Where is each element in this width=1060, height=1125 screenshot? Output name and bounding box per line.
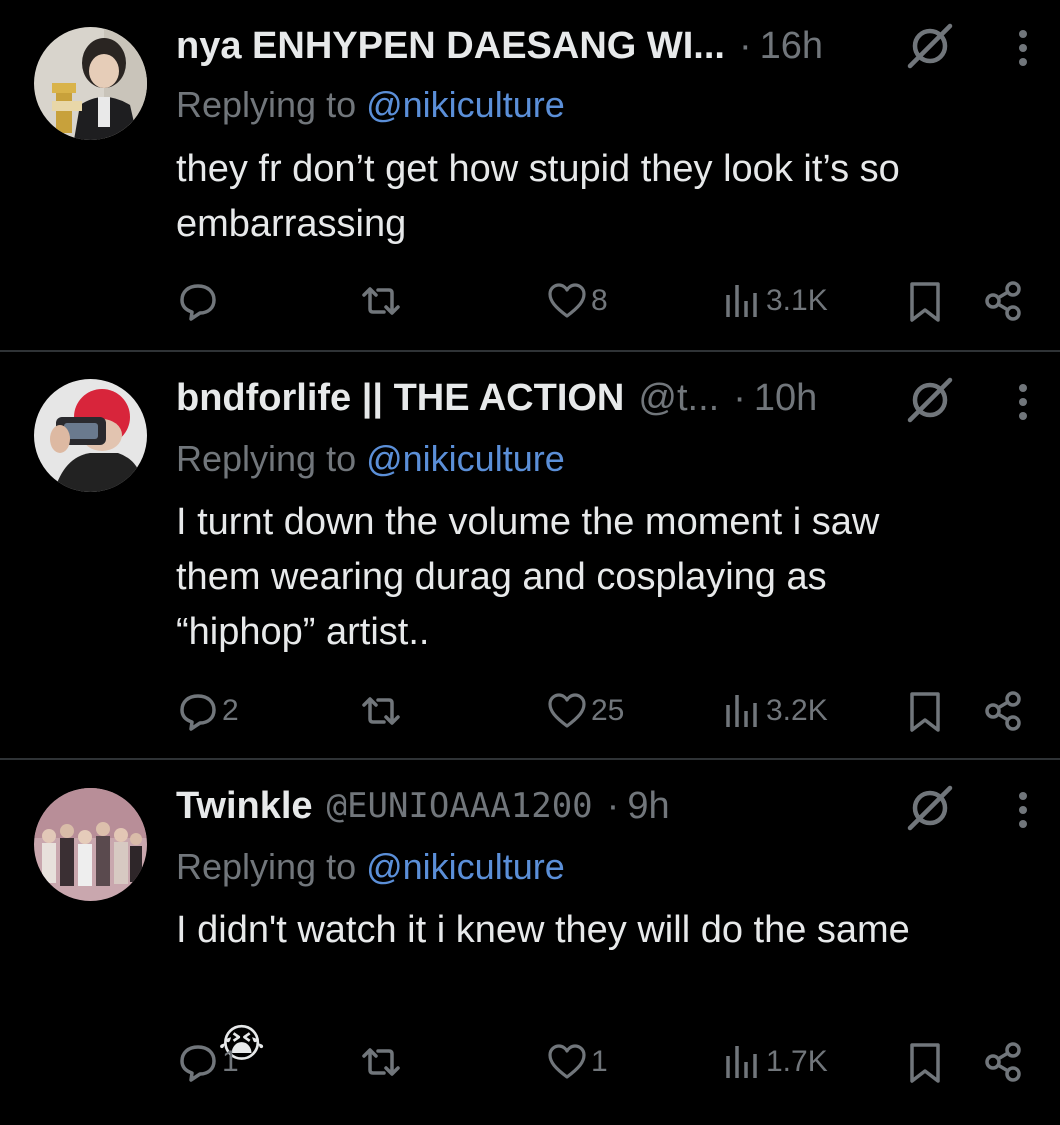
timestamp[interactable]: 16h: [760, 25, 823, 68]
view-count: 1.7K: [766, 1045, 828, 1078]
display-name[interactable]: bndforlife || THE ACTION: [176, 377, 624, 420]
like-count: 25: [591, 694, 625, 727]
tweet-3[interactable]: Twinkle @EUNIOAAA1200 · 9h Replying to @…: [0, 760, 1060, 1096]
repost-icon: [362, 287, 400, 315]
like-count: 8: [591, 284, 608, 317]
avatar[interactable]: [34, 27, 147, 140]
more-icon[interactable]: [1016, 786, 1030, 834]
action-bar: 8 3.1K: [0, 275, 1060, 325]
grok-icon[interactable]: [906, 376, 954, 424]
bookmark-button[interactable]: [908, 691, 942, 733]
share-button[interactable]: [984, 690, 1024, 732]
share-button[interactable]: [984, 1041, 1024, 1083]
share-icon: [985, 281, 1021, 321]
reply-count: 1: [222, 1045, 239, 1078]
reply-button[interactable]: [178, 281, 222, 321]
action-bar: 2 25 3.2K: [0, 685, 1060, 735]
more-icon[interactable]: [1016, 378, 1030, 426]
views-icon: [726, 285, 757, 317]
mention-link[interactable]: @nikiculture: [366, 84, 565, 125]
avatar[interactable]: [34, 788, 147, 901]
tweet-text: I didn't watch it i knew they will do th…: [176, 909, 910, 951]
views-icon: [726, 695, 757, 727]
share-icon: [985, 691, 1021, 731]
tweet-2[interactable]: bndforlife || THE ACTION @t... · 10h Rep…: [0, 352, 1060, 758]
reply-icon: [180, 1045, 216, 1082]
view-count: 3.1K: [766, 284, 828, 317]
share-icon: [985, 1042, 1021, 1082]
replying-prefix: Replying to: [176, 846, 367, 887]
views-icon: [726, 1046, 757, 1078]
tweet-header: nya ENHYPEN DAESANG WI... · 16h: [176, 16, 823, 76]
views-button[interactable]: 3.1K: [722, 281, 828, 321]
repost-icon: [362, 697, 400, 725]
grok-icon[interactable]: [906, 784, 954, 832]
timestamp[interactable]: 9h: [627, 785, 669, 828]
bookmark-button[interactable]: [908, 281, 942, 323]
bookmark-icon: [910, 692, 940, 732]
view-count: 3.2K: [766, 694, 828, 727]
replying-to: Replying to @nikiculture: [176, 84, 565, 126]
separator-dot: ·: [738, 24, 752, 67]
like-button[interactable]: 8: [547, 281, 608, 321]
tweet-header: Twinkle @EUNIOAAA1200 · 9h: [176, 776, 670, 836]
views-button[interactable]: 1.7K: [722, 1042, 828, 1082]
repost-button[interactable]: [358, 691, 404, 731]
reply-icon: [180, 694, 216, 731]
tweet-header: bndforlife || THE ACTION @t... · 10h: [176, 368, 817, 428]
user-handle[interactable]: @t...: [638, 377, 719, 420]
tweet-text: they fr don’t get how stupid they look i…: [176, 148, 900, 245]
separator-dot: ·: [606, 784, 620, 827]
share-button[interactable]: [984, 280, 1024, 322]
more-icon[interactable]: [1016, 24, 1030, 72]
display-name[interactable]: nya ENHYPEN DAESANG WI...: [176, 25, 725, 68]
user-handle[interactable]: @EUNIOAAA1200: [327, 786, 593, 826]
replying-to: Replying to @nikiculture: [176, 846, 565, 888]
tweet-text: I turnt down the volume the moment i saw…: [176, 501, 880, 653]
avatar[interactable]: [34, 379, 147, 492]
bookmark-icon: [910, 282, 940, 322]
mention-link[interactable]: @nikiculture: [366, 846, 565, 887]
views-button[interactable]: 3.2K: [722, 691, 828, 731]
reply-button[interactable]: 2: [178, 691, 239, 731]
tweet-1[interactable]: nya ENHYPEN DAESANG WI... · 16h Replying…: [0, 0, 1060, 350]
mention-link[interactable]: @nikiculture: [366, 438, 565, 479]
bookmark-button[interactable]: [908, 1042, 942, 1084]
like-button[interactable]: 1: [547, 1042, 608, 1082]
display-name[interactable]: Twinkle: [176, 785, 313, 828]
repost-button[interactable]: [358, 281, 404, 321]
reply-icon: [180, 284, 216, 321]
bookmark-icon: [910, 1043, 940, 1083]
timestamp[interactable]: 10h: [754, 377, 817, 420]
like-button[interactable]: 25: [547, 691, 624, 731]
like-count: 1: [591, 1045, 608, 1078]
action-bar: 1 1 1.7K: [0, 1036, 1060, 1086]
heart-icon: [548, 283, 586, 318]
grok-icon[interactable]: [906, 22, 954, 70]
repost-icon: [362, 1048, 400, 1076]
replying-prefix: Replying to: [176, 438, 367, 479]
replying-prefix: Replying to: [176, 84, 367, 125]
replying-to: Replying to @nikiculture: [176, 438, 565, 480]
heart-icon: [548, 1044, 586, 1079]
heart-icon: [548, 693, 586, 728]
reply-button[interactable]: 1: [178, 1042, 239, 1082]
separator-dot: ·: [733, 376, 746, 419]
repost-button[interactable]: [358, 1042, 404, 1082]
reply-count: 2: [222, 694, 239, 727]
